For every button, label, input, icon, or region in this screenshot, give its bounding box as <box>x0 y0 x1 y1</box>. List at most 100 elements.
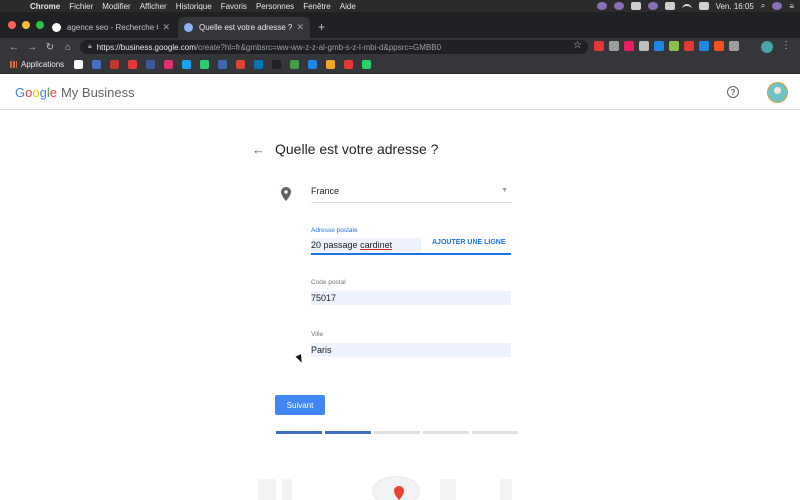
url-host: https://business.google.com <box>96 42 196 52</box>
extension-icon[interactable] <box>684 41 694 51</box>
macos-menubar: Chrome Fichier Modifier Afficher Histori… <box>0 0 800 12</box>
profile-icon[interactable] <box>761 41 773 53</box>
address-value: 20 passage <box>311 240 358 250</box>
wifi-icon[interactable] <box>681 3 692 9</box>
city-label: Ville <box>311 331 324 338</box>
bookmark-applications[interactable]: Applications <box>10 60 64 69</box>
add-line-button[interactable]: AJOUTER UNE LIGNE <box>432 239 506 246</box>
siri-icon[interactable] <box>772 2 783 10</box>
avatar[interactable] <box>767 82 788 103</box>
lock-icon[interactable]: 🔒︎ <box>88 43 92 51</box>
bookmark-favicon-icon[interactable] <box>290 60 300 69</box>
bookmark-favicon-icon[interactable] <box>182 60 192 69</box>
extension-icon[interactable] <box>714 41 724 51</box>
extension-icon[interactable] <box>669 41 679 51</box>
extension-icon[interactable] <box>654 41 664 51</box>
extension-icon[interactable] <box>609 41 619 51</box>
forward-button[interactable]: → <box>23 42 41 53</box>
gmb-logo[interactable]: Google My Business <box>15 85 135 100</box>
reload-button[interactable]: ↻ <box>41 42 59 53</box>
address-bar[interactable]: 🔒︎ https://business.google.com/create?hl… <box>80 40 588 54</box>
minimize-window-button[interactable] <box>22 21 30 29</box>
menu-aide[interactable]: Aide <box>340 2 356 11</box>
page-title: Quelle est votre adresse ? <box>275 141 439 157</box>
apps-grid-icon <box>10 61 17 68</box>
tab-gmb-address[interactable]: Quelle est votre adresse ? | Go ✕ <box>178 17 310 38</box>
menu-favoris[interactable]: Favoris <box>221 2 247 11</box>
control-center-icon[interactable]: ≡ <box>789 2 794 11</box>
close-window-button[interactable] <box>8 21 16 29</box>
tab-google-search[interactable]: agence seo - Recherche Google ✕ <box>46 17 176 38</box>
status-app-icon[interactable] <box>647 2 658 10</box>
bookmark-favicon-icon[interactable] <box>326 60 336 69</box>
close-tab-icon[interactable]: ✕ <box>296 22 304 33</box>
postal-code-input[interactable]: 75017 <box>311 291 511 305</box>
bookmark-favicon-icon[interactable] <box>236 60 246 69</box>
help-icon[interactable]: ? <box>727 86 739 98</box>
bookmark-favicon-icon[interactable] <box>128 60 138 69</box>
extension-icon[interactable] <box>639 41 649 51</box>
bookmark-favicon-icon[interactable] <box>362 60 372 69</box>
bookmarks-bar: Applications <box>0 56 800 74</box>
menu-modifier[interactable]: Modifier <box>102 2 130 11</box>
bookmark-favicon-icon[interactable] <box>110 60 120 69</box>
url-path: /create?hl=fr&gmbsrc=ww-ww-z-z-al-gmb-s-… <box>195 42 442 52</box>
tab-title: agence seo - Recherche Google <box>67 23 158 32</box>
tab-title: Quelle est votre adresse ? | Go <box>199 23 293 32</box>
menu-kebab-icon[interactable]: ⋮ <box>781 40 791 51</box>
extension-icon[interactable] <box>729 41 739 51</box>
home-button[interactable]: ⌂ <box>59 42 77 53</box>
bookmark-favicon-icon[interactable] <box>254 60 264 69</box>
back-button[interactable]: ← <box>5 42 23 53</box>
menu-historique[interactable]: Historique <box>176 2 212 11</box>
status-app-icon[interactable] <box>596 2 607 10</box>
battery-icon[interactable] <box>664 2 675 10</box>
city-value: Paris <box>311 345 332 355</box>
bookmark-favicon-icon[interactable] <box>146 60 156 69</box>
address-input[interactable]: 20 passage cardinet <box>311 238 421 252</box>
illustration-building <box>500 479 512 500</box>
logo-letter: g <box>39 85 47 100</box>
cloud-icon[interactable] <box>630 2 641 10</box>
country-select[interactable]: France ▼ <box>311 181 511 203</box>
menu-afficher[interactable]: Afficher <box>140 2 167 11</box>
bookmark-favicon-icon[interactable] <box>92 60 102 69</box>
status-app-icon[interactable] <box>613 2 624 10</box>
close-tab-icon[interactable]: ✕ <box>162 22 170 33</box>
menu-fichier[interactable]: Fichier <box>69 2 93 11</box>
bookmark-favicon-icon[interactable] <box>200 60 210 69</box>
menu-app-name[interactable]: Chrome <box>30 2 60 11</box>
address-focus-underline <box>311 253 511 255</box>
extension-icon[interactable] <box>699 41 709 51</box>
progress-bar <box>276 431 518 434</box>
address-value-misspelled: cardinet <box>360 240 393 250</box>
bookmark-favicon-icon[interactable] <box>344 60 354 69</box>
next-button[interactable]: Suivant <box>275 395 325 415</box>
flag-icon[interactable] <box>698 2 709 10</box>
location-pin-icon <box>281 187 291 201</box>
menu-personnes[interactable]: Personnes <box>256 2 294 11</box>
extensions-row <box>594 41 739 51</box>
google-favicon-icon <box>52 23 61 32</box>
spotlight-icon[interactable]: ⌕ <box>761 1 765 11</box>
window-controls <box>8 21 44 29</box>
city-input[interactable]: Paris <box>311 343 511 357</box>
illustration-building <box>282 479 292 500</box>
gmb-header: Google My Business ? <box>0 74 800 110</box>
bookmark-favicon-icon[interactable] <box>272 60 282 69</box>
maximize-window-button[interactable] <box>36 21 44 29</box>
gmb-favicon-icon <box>184 23 193 32</box>
menubar-clock[interactable]: Ven. 16:05 <box>716 2 754 11</box>
menu-fenetre[interactable]: Fenêtre <box>303 2 331 11</box>
extension-icon[interactable] <box>624 41 634 51</box>
bookmark-favicon-icon[interactable] <box>308 60 318 69</box>
bookmark-favicon-icon[interactable] <box>74 60 84 69</box>
browser-toolbar: ← → ↻ ⌂ 🔒︎ https://business.google.com/c… <box>0 38 800 56</box>
logo-letter: o <box>32 85 40 100</box>
bookmark-favicon-icon[interactable] <box>218 60 228 69</box>
extension-icon[interactable] <box>594 41 604 51</box>
back-arrow-icon[interactable]: ← <box>252 142 265 157</box>
bookmark-star-icon[interactable]: ☆ <box>573 40 582 51</box>
new-tab-button[interactable]: + <box>318 20 325 34</box>
bookmark-favicon-icon[interactable] <box>164 60 174 69</box>
